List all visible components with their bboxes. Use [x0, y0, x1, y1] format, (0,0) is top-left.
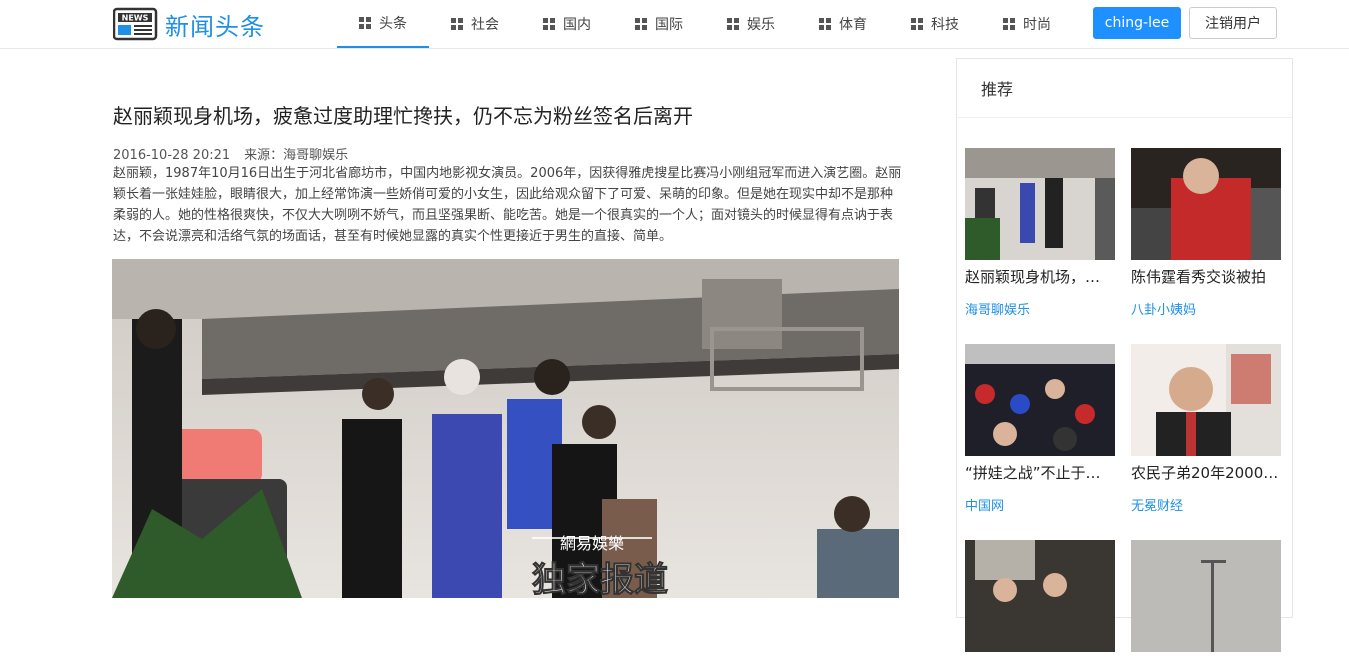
- card-source[interactable]: 海哥聊娱乐: [965, 299, 1115, 318]
- nav-tab-label: 娱乐: [747, 17, 775, 33]
- logo-badge-text: NEWS: [122, 14, 149, 23]
- photo-watermark-text: 独家报道: [532, 560, 668, 598]
- thumbnail: [965, 540, 1115, 652]
- thumbnail: [965, 344, 1115, 456]
- sidebar-heading: 推荐: [957, 59, 1292, 118]
- recommend-card[interactable]: [965, 540, 1115, 670]
- nav-tab-label: 社会: [471, 17, 499, 33]
- card-title: 陈伟霆看秀交谈被拍: [1131, 268, 1267, 286]
- nav-tab-international[interactable]: 国际: [613, 0, 705, 48]
- nav-tab-label: 国际: [655, 17, 683, 33]
- category-nav: 头条 社会 国内 国际 娱乐 体育 科技 时尚: [337, 0, 1073, 48]
- nav-tab-society[interactable]: 社会: [429, 0, 521, 48]
- thumbnail: [1131, 344, 1281, 456]
- nav-tab-label: 时尚: [1023, 17, 1051, 33]
- nav-tab-entertainment[interactable]: 娱乐: [705, 0, 797, 48]
- thumbnail: [1131, 540, 1281, 652]
- user-button[interactable]: ching-lee: [1093, 7, 1181, 39]
- nav-tab-domestic[interactable]: 国内: [521, 0, 613, 48]
- card-title: 农民子弟20年2000亿身家: [1131, 464, 1281, 482]
- nav-tab-label: 体育: [839, 17, 867, 33]
- article-body: 赵丽颖，1987年10月16日出生于河北省廊坊市，中国内地影视女演员。2006年…: [113, 166, 902, 244]
- top-navbar: NEWS 新闻头条 头条 社会 国内 国际 娱乐 体育 科技 时尚 ching-…: [0, 0, 1349, 49]
- recommend-card[interactable]: [1131, 540, 1281, 670]
- grid-icon: [911, 18, 923, 30]
- grid-icon: [1003, 18, 1015, 30]
- thumbnail: [1131, 148, 1281, 260]
- grid-icon: [359, 17, 371, 29]
- nav-tab-label: 国内: [563, 17, 591, 33]
- photo-watermark-brand: 網易娛樂: [560, 534, 624, 553]
- card-title: “拼娃之战”不止于北上广: [965, 464, 1115, 482]
- thumbnail: [965, 148, 1115, 260]
- recommend-card[interactable]: 陈伟霆看秀交谈被拍 八卦小姨妈: [1131, 148, 1281, 318]
- site-name: 新闻头条: [165, 12, 265, 41]
- nav-tab-sports[interactable]: 体育: [797, 0, 889, 48]
- grid-icon: [819, 18, 831, 30]
- recommend-card[interactable]: 赵丽颖现身机场，疲惫过度助理忙搀扶 海哥聊娱乐: [965, 148, 1115, 318]
- card-source[interactable]: 八卦小姨妈: [1131, 299, 1281, 318]
- grid-icon: [543, 18, 555, 30]
- nav-tab-label: 科技: [931, 17, 959, 33]
- article-source: 来源：海哥聊娱乐: [244, 148, 349, 163]
- article-title: 赵丽颖现身机场，疲惫过度助理忙搀扶，仍不忘为粉丝签名后离开: [113, 104, 693, 128]
- site-logo[interactable]: NEWS 新闻头条: [113, 7, 265, 41]
- article-meta: 2016-10-28 20:21 来源：海哥聊娱乐: [113, 144, 348, 163]
- recommend-card[interactable]: 农民子弟20年2000亿身家 无冕财经: [1131, 344, 1281, 514]
- card-source[interactable]: 无冕财经: [1131, 495, 1281, 514]
- newspaper-icon: NEWS: [113, 7, 158, 41]
- logout-button[interactable]: 注销用户: [1189, 7, 1277, 39]
- article-date: 2016-10-28 20:21: [113, 148, 231, 163]
- recommend-sidebar: 推荐 赵丽颖现身机场，疲惫过度助理忙搀扶 海哥聊娱乐 陈伟霆看秀交谈被拍 八卦小…: [956, 58, 1293, 652]
- nav-tab-tech[interactable]: 科技: [889, 0, 981, 48]
- grid-icon: [451, 18, 463, 30]
- nav-tab-headlines[interactable]: 头条: [337, 0, 429, 48]
- nav-tab-label: 头条: [379, 16, 407, 32]
- nav-tab-fashion[interactable]: 时尚: [981, 0, 1073, 48]
- card-source[interactable]: 中国网: [965, 495, 1115, 514]
- recommend-card[interactable]: “拼娃之战”不止于北上广 中国网: [965, 344, 1115, 514]
- card-title: 赵丽颖现身机场，疲惫过度助理忙搀扶: [965, 268, 1115, 286]
- grid-icon: [635, 18, 647, 30]
- grid-icon: [727, 18, 739, 30]
- article-photo: 網易娛樂 独家报道: [112, 259, 899, 598]
